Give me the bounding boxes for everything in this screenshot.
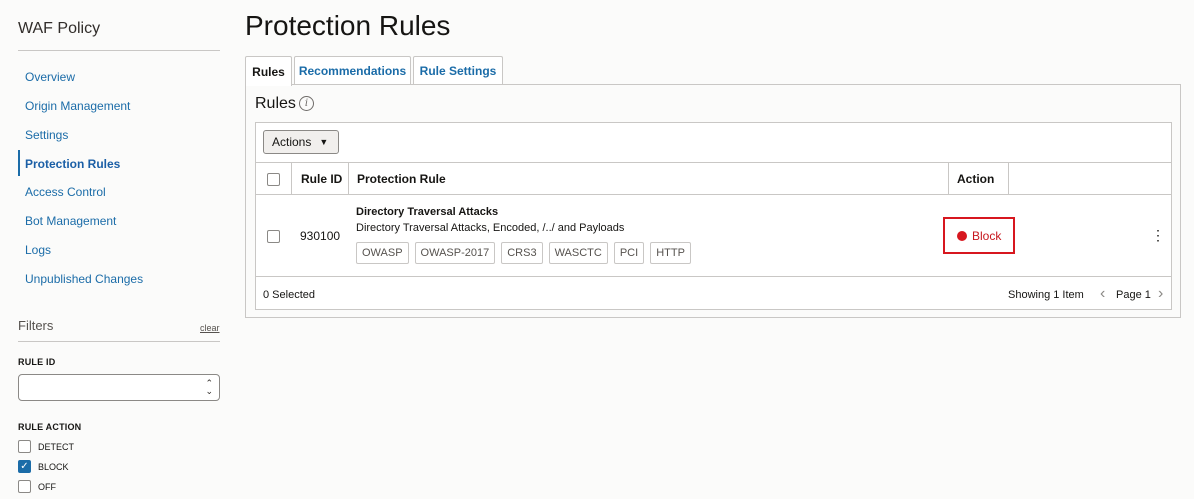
page-title: Protection Rules <box>245 10 451 41</box>
rule-action-label: RULE ACTION <box>18 422 82 432</box>
column-header-action[interactable]: Action <box>957 163 994 195</box>
off-label: OFF <box>38 481 56 492</box>
caret-down-icon: ▼ <box>319 137 329 147</box>
tag-pci: PCI <box>613 242 645 264</box>
next-page-icon[interactable]: › <box>1158 285 1163 303</box>
info-icon[interactable]: i <box>299 96 314 111</box>
rule-id-select[interactable]: ⌃ ⌄ <box>18 374 220 401</box>
column-separator <box>291 163 292 195</box>
tag-wasctc: WASCTC <box>548 242 608 264</box>
sidebar-item-access-control[interactable]: Access Control <box>25 185 106 199</box>
filter-option-block[interactable]: ✓ BLOCK <box>18 460 69 473</box>
filter-option-off[interactable]: OFF <box>18 480 56 493</box>
block-status-icon <box>957 230 967 241</box>
rule-action-label: Block <box>972 228 1002 243</box>
filters-heading: Filters <box>18 318 54 333</box>
rule-id-label: RULE ID <box>18 357 56 367</box>
select-all-checkbox[interactable] <box>267 173 280 186</box>
select-arrows-icon: ⌃ ⌄ <box>205 378 213 396</box>
off-checkbox[interactable] <box>18 480 31 493</box>
rule-description: Directory Traversal Attacks, Encoded, /.… <box>356 222 625 234</box>
prev-page-icon[interactable]: ‹ <box>1100 285 1105 303</box>
table-row: 930100 Directory Traversal Attacks Direc… <box>256 195 1171 277</box>
tag-owasp: OWASP <box>356 242 409 264</box>
column-separator <box>948 163 949 195</box>
rules-heading: Rules <box>255 95 296 112</box>
tab-rule-settings[interactable]: Rule Settings <box>413 56 503 85</box>
selected-count: 0 Selected <box>263 289 315 301</box>
page-indicator: Page 1 <box>1116 289 1151 301</box>
rules-panel: Rules i Actions ▼ Rule ID Protection Rul… <box>245 84 1181 318</box>
row-menu-icon[interactable]: ⋮ <box>1151 227 1165 244</box>
sidebar-divider <box>18 50 220 51</box>
tag-owasp-2017: OWASP-2017 <box>414 242 496 264</box>
sidebar-item-unpublished-changes[interactable]: Unpublished Changes <box>25 272 143 286</box>
table-toolbar: Actions ▼ <box>256 123 1171 163</box>
clear-filters-link[interactable]: clear <box>200 323 220 333</box>
table-footer: 0 Selected Showing 1 Item ‹ Page 1 › <box>256 278 1171 311</box>
tag-crs3: CRS3 <box>501 242 543 264</box>
column-header-rule-id[interactable]: Rule ID <box>301 163 342 195</box>
sidebar-title: WAF Policy <box>18 20 101 37</box>
column-separator <box>1008 163 1009 195</box>
checkmark-icon: ✓ <box>20 461 29 472</box>
row-checkbox[interactable] <box>267 230 280 243</box>
tab-rules[interactable]: Rules <box>245 56 292 86</box>
block-checkbox[interactable]: ✓ <box>18 460 31 473</box>
sidebar-item-settings[interactable]: Settings <box>25 128 68 142</box>
tag-http: HTTP <box>650 242 691 264</box>
column-separator <box>348 163 349 195</box>
rule-tags: OWASP OWASP-2017 CRS3 WASCTC PCI HTTP <box>356 242 697 264</box>
sidebar-item-bot-management[interactable]: Bot Management <box>25 214 116 228</box>
rule-action-status: Block <box>943 217 1015 254</box>
actions-label: Actions <box>272 135 312 149</box>
filters-divider <box>18 341 220 342</box>
sidebar-item-logs[interactable]: Logs <box>25 243 51 257</box>
rule-id-cell: 930100 <box>300 229 341 243</box>
sidebar-item-origin-management[interactable]: Origin Management <box>25 99 130 113</box>
actions-button[interactable]: Actions ▼ <box>263 130 339 154</box>
filter-option-detect[interactable]: DETECT <box>18 440 74 453</box>
showing-count: Showing 1 Item <box>1008 289 1084 301</box>
table-header: Rule ID Protection Rule Action <box>256 163 1171 195</box>
sidebar-item-protection-rules[interactable]: Protection Rules <box>25 157 120 171</box>
nav-active-indicator <box>18 150 20 176</box>
rules-table: Actions ▼ Rule ID Protection Rule Action… <box>255 122 1172 310</box>
detect-label: DETECT <box>38 441 74 452</box>
detect-checkbox[interactable] <box>18 440 31 453</box>
sidebar-item-overview[interactable]: Overview <box>25 70 75 84</box>
column-header-protection-rule[interactable]: Protection Rule <box>357 163 446 195</box>
block-label: BLOCK <box>38 461 69 472</box>
rule-name: Directory Traversal Attacks <box>356 206 499 218</box>
sidebar: WAF Policy Overview Origin Management Se… <box>0 0 222 499</box>
tab-recommendations[interactable]: Recommendations <box>294 56 411 85</box>
